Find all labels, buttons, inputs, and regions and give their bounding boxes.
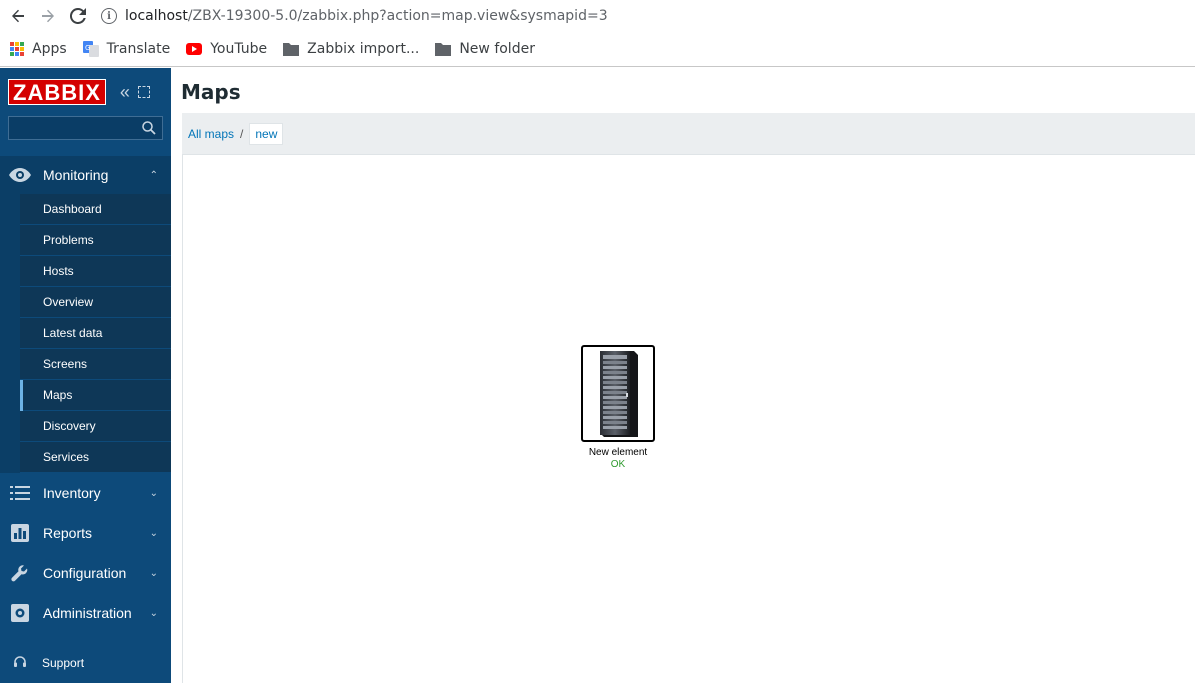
menu-configuration-label: Configuration xyxy=(43,565,127,581)
wrench-icon xyxy=(9,564,31,582)
submenu-item-screens[interactable]: Screens xyxy=(20,349,171,380)
map-element[interactable] xyxy=(581,345,655,442)
menu-inventory-label: Inventory xyxy=(43,485,101,501)
submenu-item-problems[interactable]: Problems xyxy=(20,225,171,256)
bookmark-label: Zabbix import... xyxy=(307,41,420,57)
list-icon xyxy=(9,484,31,502)
reload-button[interactable] xyxy=(63,1,93,31)
menu-inventory[interactable]: Inventory ⌄ xyxy=(0,473,171,513)
sidebar-search xyxy=(0,116,171,146)
bookmark-label: New folder xyxy=(459,41,535,57)
bookmark-apps[interactable]: Apps xyxy=(10,41,67,57)
url-host: localhost xyxy=(125,8,188,24)
arrow-left-icon xyxy=(12,9,24,23)
svg-text:G: G xyxy=(85,44,90,52)
submenu-item-latest-data[interactable]: Latest data xyxy=(20,318,171,349)
support-link[interactable]: Support xyxy=(0,651,84,675)
submenu-item-discovery[interactable]: Discovery xyxy=(20,411,171,442)
server-rack-icon xyxy=(600,350,638,437)
back-button[interactable] xyxy=(3,1,33,31)
map-element-status: OK xyxy=(610,459,626,470)
url-field[interactable]: i localhost/ZBX-19300-5.0/zabbix.php?act… xyxy=(97,1,608,31)
bookmark-label: YouTube xyxy=(210,41,268,57)
breadcrumb-current-map[interactable]: new xyxy=(249,122,284,145)
breadcrumb-all-maps[interactable]: All maps xyxy=(188,127,234,141)
map-element-label: New element xyxy=(588,447,648,458)
bookmark-label: Translate xyxy=(106,41,171,57)
menu-monitoring[interactable]: Monitoring ⌃ xyxy=(0,156,171,194)
main-content: Maps All maps / new New element OK xyxy=(171,68,1195,683)
browser-address-bar: i localhost/ZBX-19300-5.0/zabbix.php?act… xyxy=(0,0,1195,32)
chevron-down-icon: ⌄ xyxy=(149,567,158,579)
bookmark-translate[interactable]: G Translate xyxy=(82,41,171,57)
search-icon[interactable] xyxy=(142,121,156,135)
menu-reports-label: Reports xyxy=(43,525,93,541)
submenu-item-overview[interactable]: Overview xyxy=(20,287,171,318)
menu-administration[interactable]: Administration ⌄ xyxy=(0,593,171,633)
search-box xyxy=(8,116,163,140)
youtube-icon xyxy=(186,43,203,55)
headset-icon xyxy=(14,655,26,671)
chevron-down-icon: ⌄ xyxy=(149,487,158,499)
menu-configuration[interactable]: Configuration ⌄ xyxy=(0,553,171,593)
menu-monitoring-label: Monitoring xyxy=(43,167,109,183)
folder-icon xyxy=(435,42,452,56)
breadcrumb: All maps / new xyxy=(182,113,1195,154)
sidebar: ZABBIX « Monitoring ⌃ Dashboard Problems… xyxy=(0,68,171,683)
bookmarks-bar: Apps G Translate YouTube Zabbix import..… xyxy=(0,32,1195,67)
support-label: Support xyxy=(42,656,85,670)
submenu-item-services[interactable]: Services xyxy=(20,442,171,473)
monitoring-submenu: Dashboard Problems Hosts Overview Latest… xyxy=(0,194,171,473)
arrow-right-icon xyxy=(42,9,54,23)
submenu-item-dashboard[interactable]: Dashboard xyxy=(20,194,171,225)
menu-administration-label: Administration xyxy=(43,605,132,621)
chevron-down-icon: ⌄ xyxy=(149,607,158,619)
bookmark-new-folder[interactable]: New folder xyxy=(435,41,535,57)
google-translate-icon: G xyxy=(82,41,99,57)
kiosk-mode-icon[interactable] xyxy=(137,86,150,98)
bookmark-label: Apps xyxy=(32,41,67,57)
sidebar-header: ZABBIX « xyxy=(0,68,171,116)
gear-icon xyxy=(9,604,31,622)
chevron-up-icon: ⌃ xyxy=(149,169,158,181)
folder-icon xyxy=(283,42,300,56)
bar-chart-icon xyxy=(9,524,31,542)
eye-icon xyxy=(9,166,31,184)
bookmark-youtube[interactable]: YouTube xyxy=(186,41,267,57)
submenu-item-maps[interactable]: Maps xyxy=(20,380,171,411)
submenu-item-hosts[interactable]: Hosts xyxy=(20,256,171,287)
url-path: /ZBX-19300-5.0/zabbix.php?action=map.vie… xyxy=(187,8,608,24)
apps-icon xyxy=(10,42,24,56)
menu-reports[interactable]: Reports ⌄ xyxy=(0,513,171,553)
breadcrumb-separator: / xyxy=(240,126,244,141)
bookmark-zabbix-import[interactable]: Zabbix import... xyxy=(283,41,419,57)
search-input[interactable] xyxy=(9,117,162,139)
collapse-sidebar-icon[interactable]: « xyxy=(120,82,130,103)
page-title: Maps xyxy=(181,80,241,104)
forward-button[interactable] xyxy=(33,1,63,31)
chevron-down-icon: ⌄ xyxy=(149,527,158,539)
reload-icon xyxy=(70,8,86,24)
info-icon[interactable]: i xyxy=(101,8,117,24)
map-canvas[interactable]: New element OK xyxy=(182,154,1195,683)
zabbix-logo[interactable]: ZABBIX xyxy=(8,79,106,105)
